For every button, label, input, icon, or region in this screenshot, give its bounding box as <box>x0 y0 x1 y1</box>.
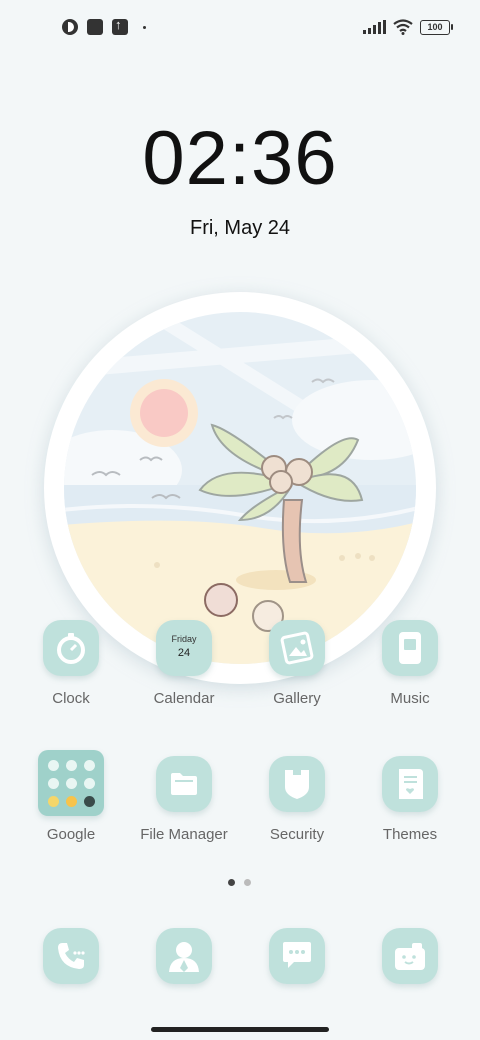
app-gallery[interactable]: Gallery <box>241 620 353 707</box>
app-themes[interactable]: Themes <box>354 756 466 843</box>
clock-time[interactable]: 02:36 <box>0 115 480 202</box>
app-label: Gallery <box>273 690 321 707</box>
dock-messages[interactable] <box>241 928 353 984</box>
contacts-icon <box>156 928 212 984</box>
page-dot-active[interactable] <box>228 879 235 886</box>
app-clock[interactable]: Clock <box>15 620 127 707</box>
dock-phone[interactable] <box>15 928 127 984</box>
clock-date[interactable]: Fri, May 24 <box>0 217 480 240</box>
square-app-icon <box>87 19 103 35</box>
wifi-icon <box>393 19 413 35</box>
themes-icon <box>382 756 438 812</box>
messages-icon <box>269 928 325 984</box>
dock-camera[interactable] <box>354 928 466 984</box>
app-label: Calendar <box>153 690 215 707</box>
dot-icon <box>143 25 146 29</box>
calendar-day-name: Friday <box>171 634 197 644</box>
clock-icon <box>43 620 99 676</box>
shield-icon <box>269 756 325 812</box>
battery-icon: 100 <box>420 19 453 35</box>
app-music[interactable]: Music <box>354 620 466 707</box>
page-indicator[interactable] <box>228 879 251 886</box>
app-label: Themes <box>382 826 438 843</box>
gallery-icon <box>269 620 325 676</box>
music-icon <box>382 620 438 676</box>
phone-icon <box>43 928 99 984</box>
app-label: Music <box>390 690 430 707</box>
status-bar: 100 <box>0 0 480 56</box>
app-security[interactable]: Security <box>241 756 353 843</box>
signal-icon <box>363 20 386 34</box>
notification-icons <box>62 17 146 35</box>
app-label: Google <box>46 826 96 843</box>
beach-illustration <box>64 312 416 664</box>
app-label: Security <box>269 826 325 843</box>
calendar-day-number: 24 <box>177 647 191 659</box>
app-google-folder[interactable]: Google <box>15 750 127 843</box>
app-indicator-icon <box>62 19 78 35</box>
upload-icon <box>112 17 128 35</box>
app-label: File Manager <box>140 826 228 843</box>
calendar-icon: Friday 24 <box>156 620 212 676</box>
page-dot[interactable] <box>244 879 251 886</box>
dock-contacts[interactable] <box>128 928 240 984</box>
app-file-manager[interactable]: File Manager <box>128 756 240 843</box>
system-icons: 100 <box>363 19 453 35</box>
app-label: Clock <box>52 690 90 707</box>
home-indicator[interactable] <box>151 1027 329 1032</box>
folder-icon <box>156 756 212 812</box>
google-folder-icon <box>38 750 104 816</box>
camera-icon <box>382 928 438 984</box>
app-calendar[interactable]: Friday 24 Calendar <box>128 620 240 707</box>
